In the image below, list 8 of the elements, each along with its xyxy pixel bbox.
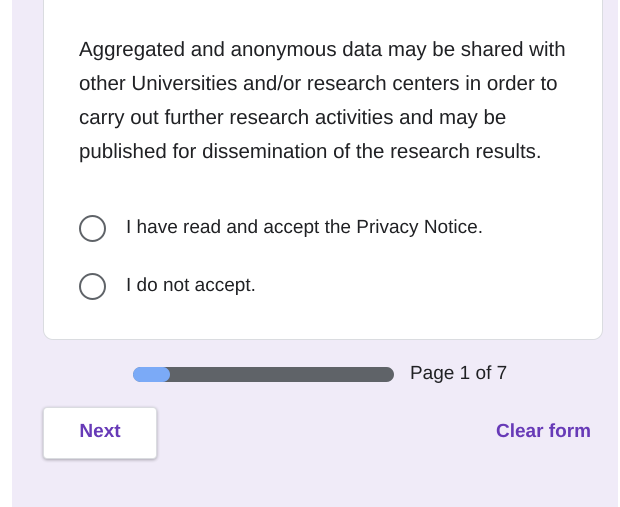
next-button[interactable]: Next <box>43 406 157 458</box>
radio-button[interactable] <box>79 272 106 300</box>
option-label[interactable]: I have read and accept the Privacy Notice. <box>126 214 483 242</box>
radio-button[interactable] <box>79 214 106 242</box>
option-label[interactable]: I do not accept. <box>126 272 256 300</box>
clear-form-button[interactable]: Clear form <box>496 418 603 447</box>
question-text: Aggregated and anonymous data may be shared with other Universities and/or research centers in order to carry out further research activities and may be published for dissemination of the research results. <box>79 37 567 165</box>
page-indicator: Page 1 of 7 <box>410 362 508 386</box>
